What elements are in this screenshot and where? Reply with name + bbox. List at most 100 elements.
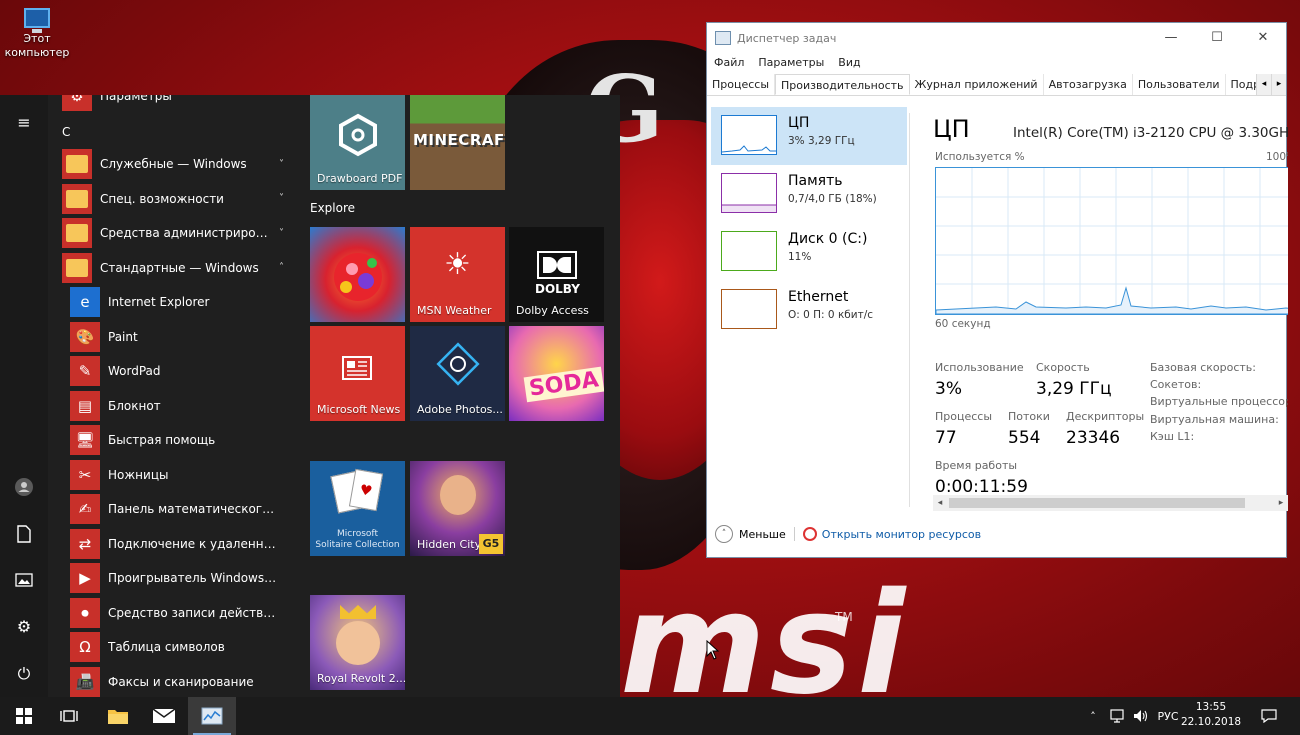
start-button[interactable]: [0, 697, 48, 735]
tab[interactable]: Журнал приложений: [910, 74, 1044, 95]
chevron-down-icon[interactable]: ˅: [279, 228, 284, 239]
tile-drawboard-pdf[interactable]: Drawboard PDF: [310, 95, 405, 190]
character-portrait: [440, 475, 476, 515]
tile-hidden-city[interactable]: Hidden City G5: [410, 461, 505, 556]
scroll-right-icon[interactable]: ▸: [1274, 495, 1288, 511]
tab[interactable]: Процессы: [707, 74, 776, 95]
scroll-left-icon[interactable]: ◂: [933, 495, 947, 511]
tile-adobe-photoshop[interactable]: Adobe Photos...: [410, 326, 505, 421]
perf-item[interactable]: ЦП 3% 3,29 ГГц: [711, 107, 907, 165]
list-item[interactable]: 🎨 Paint: [48, 320, 298, 354]
tile-dolby-access[interactable]: DOLBY Dolby Access: [509, 227, 604, 322]
mouse-cursor-icon: [706, 640, 720, 660]
tab[interactable]: Автозагрузка: [1044, 74, 1133, 95]
fax-scan-icon: 📠: [70, 666, 100, 697]
show-hidden-icons-button[interactable]: ˄: [1084, 697, 1102, 735]
uptime-value: 0:00:11:59: [935, 477, 1028, 497]
settings-app-icon: ⚙: [62, 95, 92, 111]
list-item-label: Средство записи действий: [108, 605, 278, 620]
perf-item[interactable]: Память 0,7/4,0 ГБ (18%): [711, 165, 907, 223]
list-item-settings[interactable]: ⚙ Параметры: [48, 95, 298, 113]
chevron-up-circle-icon[interactable]: ˄: [715, 525, 733, 543]
sockets-label: Сокетов:: [1150, 378, 1202, 391]
tile-label: Royal Revolt 2...: [317, 672, 405, 685]
section-letter[interactable]: С: [62, 125, 70, 139]
list-item[interactable]: ✍ Панель математического ввода: [48, 492, 298, 526]
mini-graph: [721, 231, 777, 271]
l1-cache-label: Кэш L1:: [1150, 430, 1195, 443]
list-item-label: Панель математического ввода: [108, 502, 278, 516]
list-item[interactable]: 🖥 Быстрая помощь: [48, 423, 298, 457]
list-item[interactable]: Ω Таблица символов: [48, 630, 298, 664]
list-item[interactable]: Спец. возможности ˅: [48, 182, 298, 216]
desktop-icon-this-pc[interactable]: Этот компьютер: [4, 8, 70, 60]
list-item[interactable]: ▤ Блокнот: [48, 389, 298, 423]
task-manager-taskbar-button[interactable]: [188, 697, 236, 735]
resource-monitor-icon: [802, 527, 817, 541]
scroll-thumb[interactable]: [949, 498, 1245, 508]
tab[interactable]: Пользователи: [1133, 74, 1226, 95]
menu-item[interactable]: Параметры: [751, 53, 831, 73]
user-avatar-icon[interactable]: [12, 477, 36, 501]
tile-microsoft-news[interactable]: Microsoft News: [310, 326, 405, 421]
action-center-icon[interactable]: [1256, 697, 1282, 735]
speed-label: Скорость: [1036, 361, 1090, 374]
perf-item[interactable]: Диск 0 (C:) 11%: [711, 223, 907, 281]
tile-minecraft[interactable]: MINECRAFT: [410, 95, 505, 190]
list-item[interactable]: 📠 Факсы и сканирование: [48, 665, 298, 698]
list-item-label: Paint: [108, 329, 138, 344]
list-item[interactable]: Стандартные — Windows ˄: [48, 251, 298, 285]
handles-value: 23346: [1066, 428, 1121, 448]
tile-msn-weather[interactable]: ☀ MSN Weather: [410, 227, 505, 322]
clock[interactable]: 13:55 22.10.2018: [1180, 700, 1242, 730]
network-icon[interactable]: [1106, 697, 1128, 735]
chevron-right-icon[interactable]: ▸: [1271, 74, 1286, 95]
hamburger-menu-icon[interactable]: ≡: [12, 111, 36, 135]
menu-item[interactable]: Вид: [831, 53, 867, 73]
maximize-button[interactable]: ☐: [1194, 23, 1240, 53]
open-resource-monitor-link[interactable]: Открыть монитор ресурсов: [822, 528, 981, 541]
chevron-down-icon[interactable]: ˅: [279, 193, 284, 204]
volume-icon[interactable]: [1130, 697, 1152, 735]
list-item[interactable]: ⏺ Средство записи действий: [48, 596, 298, 630]
tile-label: Adobe Photos...: [417, 403, 503, 416]
fewer-details-button[interactable]: Меньше: [739, 528, 786, 541]
start-menu: ≡ ⚙ ⏻ ⚙ Параметры С Служебные — Windows ˅…: [0, 95, 620, 697]
list-item[interactable]: ▶ Проигрыватель Windows Media: [48, 561, 298, 595]
list-item[interactable]: Служебные — Windows ˅: [48, 147, 298, 181]
chevron-left-icon[interactable]: ◂: [1256, 74, 1271, 95]
tile-royal-revolt[interactable]: Royal Revolt 2...: [310, 595, 405, 690]
power-icon[interactable]: ⏻: [12, 662, 36, 686]
mail-button[interactable]: [140, 697, 188, 735]
task-manager-icon: [201, 707, 223, 725]
horizontal-scrollbar[interactable]: ◂ ▸: [933, 495, 1288, 511]
tile-label: MSN Weather: [417, 304, 492, 317]
list-item[interactable]: ⇄ Подключение к удаленному раб...: [48, 527, 298, 561]
folder-icon: [62, 183, 92, 214]
list-item[interactable]: Средства администрирования... ˅: [48, 216, 298, 250]
task-view-button[interactable]: [45, 697, 93, 735]
list-item[interactable]: ✎ WordPad: [48, 354, 298, 388]
menu-item[interactable]: Файл: [707, 53, 751, 73]
remote-desktop-icon: ⇄: [70, 528, 100, 559]
virtual-processors-label: Виртуальные процессоры:: [1150, 395, 1288, 408]
close-button[interactable]: ✕: [1240, 23, 1286, 53]
pictures-icon[interactable]: [12, 570, 36, 594]
tile-candy-soda[interactable]: SODA: [509, 326, 604, 421]
list-item[interactable]: ✂ Ножницы: [48, 458, 298, 492]
character-map-icon: Ω: [70, 632, 100, 662]
settings-gear-icon[interactable]: ⚙: [12, 615, 36, 639]
handles-label: Дескрипторы: [1066, 410, 1145, 423]
chevron-down-icon[interactable]: ˅: [279, 159, 284, 170]
perf-item[interactable]: Ethernet О: 0 П: 0 кбит/с: [711, 281, 907, 339]
documents-icon[interactable]: [12, 525, 36, 549]
chevron-up-icon[interactable]: ˄: [279, 262, 284, 273]
tab-scroll: ◂ ▸: [1256, 74, 1286, 95]
language-indicator[interactable]: РУС: [1154, 697, 1182, 735]
tile-candy-crush[interactable]: [310, 227, 405, 322]
minimize-button[interactable]: —: [1148, 23, 1194, 53]
tile-solitaire[interactable]: ♥ Microsoft Solitaire Collection: [310, 461, 405, 556]
file-explorer-button[interactable]: [94, 697, 142, 735]
list-item[interactable]: e Internet Explorer: [48, 285, 298, 319]
tab[interactable]: Производительность: [775, 74, 910, 95]
